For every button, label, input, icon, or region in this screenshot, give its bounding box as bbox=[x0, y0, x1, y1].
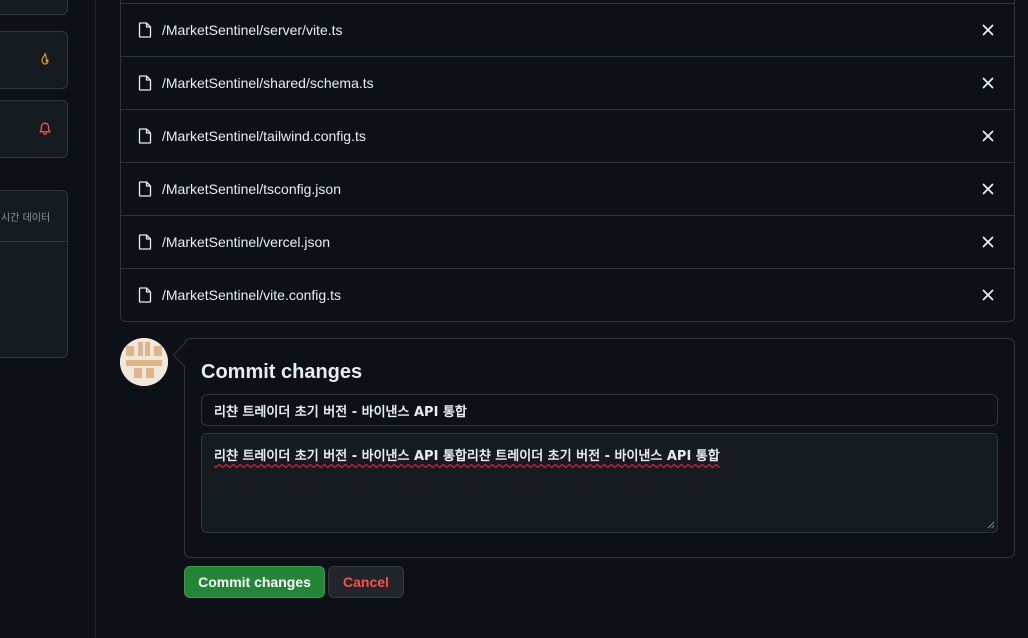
sidebar-card-label: 시간 데이터 bbox=[1, 213, 51, 224]
commit-title: Commit changes bbox=[201, 361, 363, 383]
file-path: /MarketSentinel/tailwind.config.ts bbox=[162, 128, 366, 144]
file-path: /MarketSentinel/tsconfig.json bbox=[162, 181, 341, 197]
file-icon bbox=[138, 234, 152, 250]
file-row: /MarketSentinel/tailwind.config.ts bbox=[121, 109, 1014, 162]
commit-summary-input[interactable]: 리챤 트레이더 초기 버전 - 바이낸스 API 통합 bbox=[201, 394, 998, 426]
commit-description-textarea[interactable]: 리챤 트레이더 초기 버전 - 바이낸스 API 통합리챤 트레이더 초기 버전… bbox=[201, 433, 998, 533]
commit-form: Commit changes 리챤 트레이더 초기 버전 - 바이낸스 API … bbox=[172, 338, 1015, 558]
close-icon[interactable] bbox=[978, 73, 998, 93]
file-icon bbox=[138, 75, 152, 91]
file-path: /MarketSentinel/server/vite.ts bbox=[162, 22, 343, 38]
sidebar-card bbox=[0, 0, 68, 15]
file-icon bbox=[138, 128, 152, 144]
sidebar-card-bell[interactable] bbox=[0, 100, 68, 158]
file-row: /MarketSentinel/shared/schema.ts bbox=[121, 56, 1014, 109]
changed-files-list: /MarketSentinel/server/vite.ts /MarketSe… bbox=[120, 0, 1015, 322]
close-icon[interactable] bbox=[978, 126, 998, 146]
commit-changes-button[interactable]: Commit changes bbox=[184, 566, 325, 598]
file-row: /MarketSentinel/tsconfig.json bbox=[121, 162, 1014, 215]
identicon bbox=[120, 338, 168, 386]
sidebar-card-realtime: 시간 데이터 bbox=[0, 190, 68, 358]
resize-handle-icon[interactable] bbox=[987, 521, 995, 529]
close-icon[interactable] bbox=[978, 285, 998, 305]
close-icon[interactable] bbox=[978, 179, 998, 199]
divider bbox=[0, 241, 67, 242]
file-icon bbox=[138, 22, 152, 38]
file-icon bbox=[138, 287, 152, 303]
file-path: /MarketSentinel/vercel.json bbox=[162, 234, 331, 250]
file-row: /MarketSentinel/vite.config.ts bbox=[121, 268, 1014, 321]
sidebar-card-flame[interactable] bbox=[0, 31, 68, 89]
close-icon[interactable] bbox=[978, 20, 998, 40]
file-path: /MarketSentinel/shared/schema.ts bbox=[162, 75, 374, 91]
left-sidebar: 시간 데이터 bbox=[0, 0, 96, 638]
flame-icon bbox=[41, 52, 49, 65]
file-path: /MarketSentinel/vite.config.ts bbox=[162, 287, 341, 303]
file-row: /MarketSentinel/server/vite.ts bbox=[121, 3, 1014, 56]
avatar bbox=[120, 338, 168, 386]
close-icon[interactable] bbox=[978, 232, 998, 252]
file-row: /MarketSentinel/vercel.json bbox=[121, 215, 1014, 268]
bell-icon bbox=[39, 122, 51, 136]
cancel-button[interactable]: Cancel bbox=[328, 566, 404, 598]
speech-tail bbox=[172, 343, 196, 367]
file-icon bbox=[138, 181, 152, 197]
